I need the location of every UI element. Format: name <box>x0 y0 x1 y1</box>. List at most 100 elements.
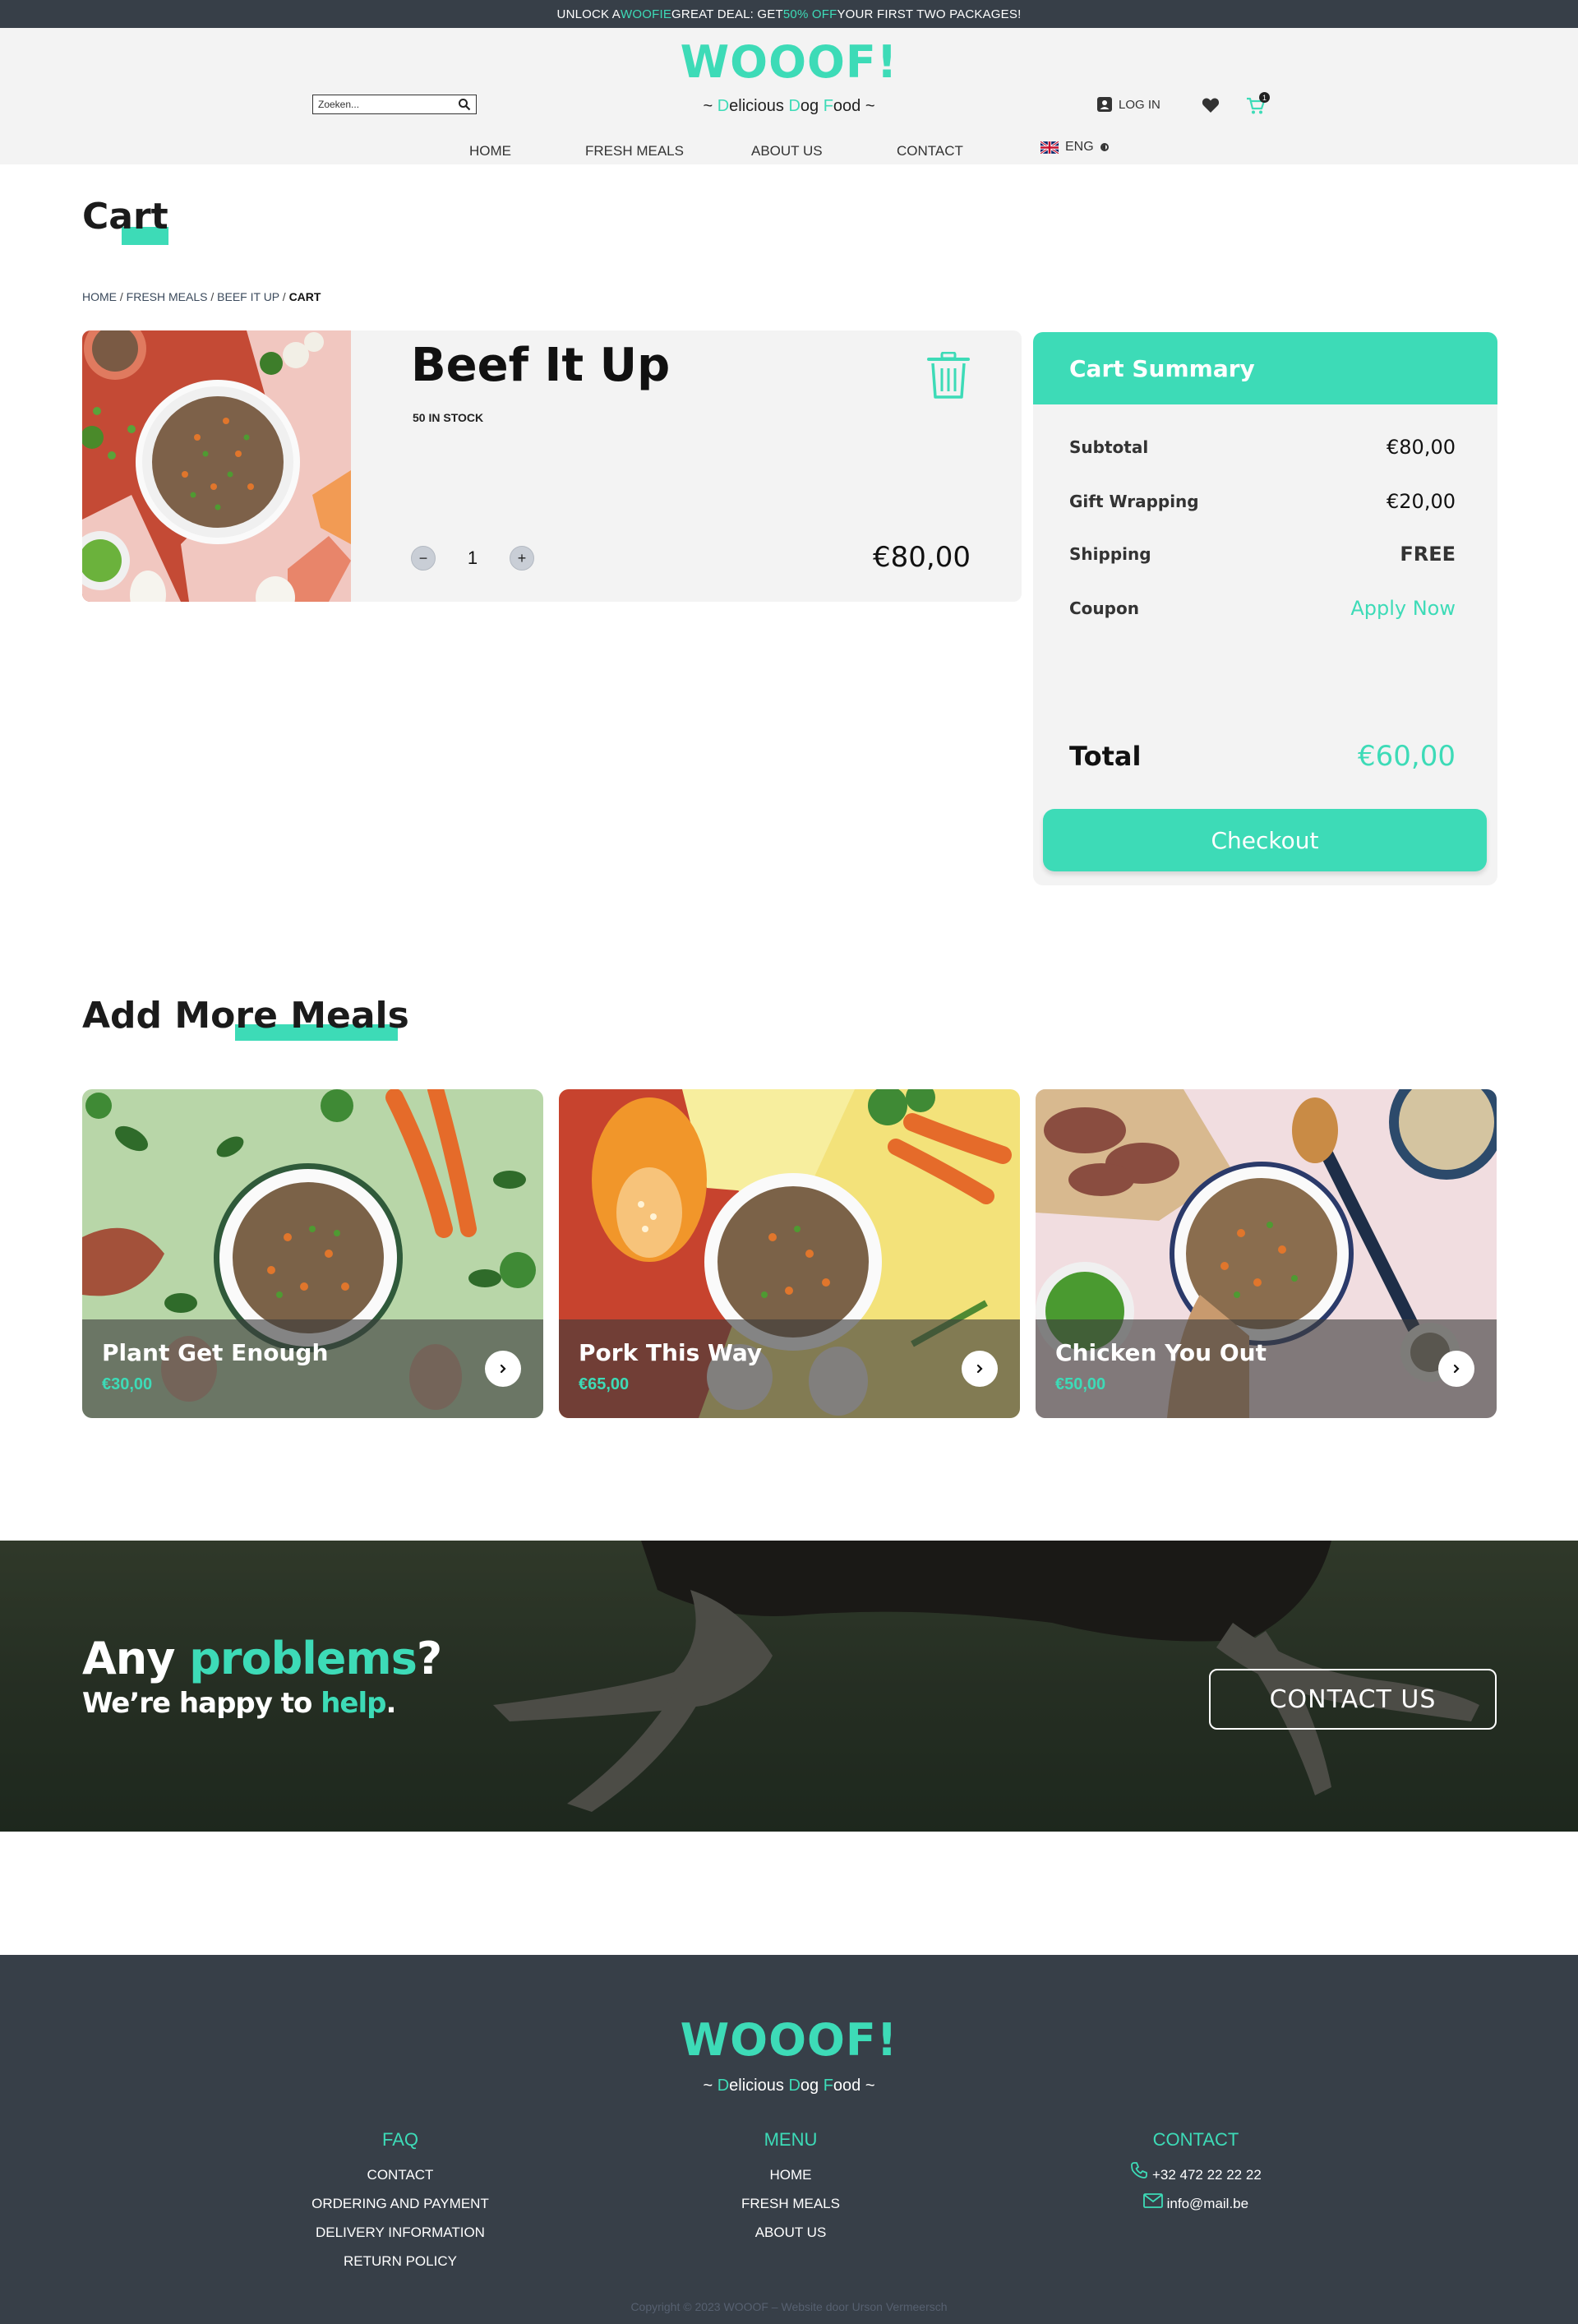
breadcrumb-separator: / <box>117 290 127 303</box>
banner-subtitle-part: We’re happy to <box>82 1687 321 1720</box>
meal-card[interactable]: Plant Get Enough €30,00 <box>82 1089 543 1418</box>
cart-button[interactable]: 1 <box>1246 92 1270 119</box>
banner-title-part: Any <box>82 1633 190 1684</box>
breadcrumb-separator: / <box>279 290 289 303</box>
account-area: LOG IN <box>1097 97 1160 112</box>
summary-label: Gift Wrapping <box>1069 492 1199 511</box>
banner-title: Any problems? <box>82 1633 442 1684</box>
banner-subtitle-part: . <box>385 1687 396 1720</box>
copyright: Copyright © 2023 WOOOF – Website door Ur… <box>630 2300 948 2313</box>
tagline: ~ Delicious Dog Food ~ <box>0 97 1578 116</box>
footer-link-delivery[interactable]: DELIVERY INFORMATION <box>261 2218 540 2247</box>
nav-home[interactable]: HOME <box>469 143 511 159</box>
nav-about-us[interactable]: ABOUT US <box>751 143 823 159</box>
meal-card[interactable]: Pork This Way €65,00 <box>559 1089 1020 1418</box>
footer-email[interactable]: info@mail.be <box>1056 2189 1336 2218</box>
phone-icon <box>1131 2162 1148 2178</box>
tagline-part: D <box>788 2077 801 2095</box>
footer-link-about-us[interactable]: ABOUT US <box>651 2218 930 2247</box>
heart-icon[interactable] <box>1202 97 1220 113</box>
breadcrumb-current: CART <box>288 290 321 303</box>
cart-summary-title: Cart Summary <box>1033 332 1497 404</box>
footer-phone[interactable]: +32 472 22 22 22 <box>1056 2160 1336 2189</box>
login-label: LOG IN <box>1119 97 1160 112</box>
trash-icon[interactable] <box>927 352 970 400</box>
breadcrumb-product[interactable]: BEEF IT UP <box>217 290 279 303</box>
nav-fresh-meals[interactable]: FRESH MEALS <box>585 143 684 159</box>
quantity-stepper: − 1 + <box>411 546 534 571</box>
meal-overlay <box>82 1319 543 1418</box>
search-icon[interactable] <box>458 98 471 111</box>
banner-title-part: ? <box>416 1633 442 1684</box>
meal-price: €50,00 <box>1055 1375 1106 1393</box>
summary-row-total: Total €60,00 <box>1069 740 1456 773</box>
summary-value: €80,00 <box>1387 436 1456 459</box>
add-more-meals-heading: Add More Meals <box>82 995 409 1041</box>
site-logo[interactable]: WOOOF! <box>0 36 1578 88</box>
tagline-part: elicious <box>729 97 789 115</box>
footer-link-fresh-meals[interactable]: FRESH MEALS <box>651 2189 930 2218</box>
summary-value: FREE <box>1400 543 1456 566</box>
quantity-value: 1 <box>467 548 478 568</box>
meal-open-button[interactable] <box>962 1351 998 1387</box>
meal-card[interactable]: Chicken You Out €50,00 <box>1036 1089 1497 1418</box>
summary-label: Subtotal <box>1069 437 1149 457</box>
promo-text: YOUR FIRST TWO PACKAGES! <box>837 7 1022 21</box>
footer-email-address: info@mail.be <box>1166 2196 1249 2211</box>
tagline-part: ~ <box>703 2077 717 2095</box>
tagline-part: D <box>788 97 801 115</box>
quantity-decrease-button[interactable]: − <box>411 546 436 571</box>
meal-name: Pork This Way <box>579 1339 763 1366</box>
site-header: WOOOF! ~ Delicious Dog Food ~ LOG IN 1 H… <box>0 28 1578 164</box>
site-footer: WOOOF! ~ Delicious Dog Food ~ FAQ CONTAC… <box>0 1955 1578 2324</box>
tagline-part: ood ~ <box>833 2077 875 2095</box>
checkout-button[interactable]: Checkout <box>1043 809 1487 871</box>
meal-overlay <box>1036 1319 1497 1418</box>
summary-row-shipping: Shipping FREE <box>1069 543 1456 566</box>
contact-us-button[interactable]: CONTACT US <box>1209 1669 1497 1730</box>
summary-row-gift-wrapping: Gift Wrapping €20,00 <box>1069 490 1456 513</box>
summary-row-coupon: Coupon Apply Now <box>1069 597 1456 620</box>
footer-link-home[interactable]: HOME <box>651 2160 930 2189</box>
stock-status: 50 IN STOCK <box>413 411 484 424</box>
meal-open-button[interactable] <box>485 1351 521 1387</box>
footer-link-ordering[interactable]: ORDERING AND PAYMENT <box>261 2189 540 2218</box>
breadcrumb-fresh-meals[interactable]: FRESH MEALS <box>127 290 208 303</box>
language-label: ENG <box>1065 140 1094 154</box>
search-input[interactable] <box>318 99 450 110</box>
promo-text: UNLOCK A <box>556 7 621 21</box>
footer-logo[interactable]: WOOOF! <box>0 2014 1578 2066</box>
footer-link-contact[interactable]: CONTACT <box>261 2160 540 2189</box>
banner-subtitle: We’re happy to help. <box>82 1687 396 1720</box>
footer-phone-number: +32 472 22 22 22 <box>1151 2167 1262 2183</box>
cart-item: Beef It Up 50 IN STOCK − 1 + €80,00 <box>82 330 1022 602</box>
tagline-part: F <box>823 97 833 115</box>
login-link[interactable]: LOG IN <box>1097 97 1160 112</box>
banner-title-highlight: problems <box>189 1633 418 1684</box>
promo-text: GREAT DEAL: GET <box>671 7 783 21</box>
add-more-meals-title: Add More Meals <box>82 995 409 1037</box>
promo-brand: WOOFIE <box>621 7 672 21</box>
footer-contact-column: CONTACT +32 472 22 22 22 info@mail.be <box>1056 2129 1336 2218</box>
tagline-part: elicious <box>729 2077 789 2095</box>
total-label: Total <box>1069 741 1142 772</box>
breadcrumb-home[interactable]: HOME <box>82 290 117 303</box>
uk-flag-icon <box>1040 141 1059 154</box>
language-switcher[interactable]: ENG <box>1040 140 1109 155</box>
quantity-increase-button[interactable]: + <box>510 546 534 571</box>
summary-row-subtotal: Subtotal €80,00 <box>1069 436 1456 459</box>
summary-value: €20,00 <box>1387 490 1456 513</box>
help-banner: Any problems? We’re happy to help. CONTA… <box>0 1541 1578 1832</box>
meal-open-button[interactable] <box>1438 1351 1474 1387</box>
page-title: Cart <box>82 196 168 245</box>
apply-coupon-link[interactable]: Apply Now <box>1350 597 1456 620</box>
main-nav: HOME FRESH MEALS ABOUT US CONTACT <box>0 140 1578 164</box>
product-image <box>82 330 351 602</box>
total-value: €60,00 <box>1358 740 1456 773</box>
nav-contact[interactable]: CONTACT <box>897 143 963 159</box>
product-name: Beef It Up <box>411 339 671 392</box>
meal-price: €30,00 <box>102 1375 153 1393</box>
breadcrumb-separator: / <box>207 290 218 303</box>
footer-link-returns[interactable]: RETURN POLICY <box>261 2247 540 2275</box>
promo-deal: 50% OFF <box>782 7 837 21</box>
